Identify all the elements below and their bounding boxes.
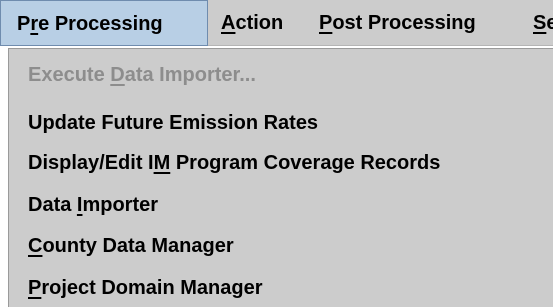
menu-action-text-rest: ction: [235, 12, 284, 34]
menu-item-project-domain-manager[interactable]: Project Domain Manager: [28, 268, 263, 308]
menu-item-display-edit-im-program-coverage[interactable]: Display/Edit IM Program Coverage Records: [28, 143, 440, 183]
menu-pre-processing-mnemonic: r: [30, 13, 39, 35]
menu-item-execute-data-importer: Execute Data Importer...: [28, 55, 256, 95]
menu-item-text-rest: Program Coverage Records: [170, 152, 441, 174]
menu-item-text: Data: [28, 194, 77, 216]
menu-setup-text-rest: e: [546, 12, 553, 34]
menu-item-update-future-emission-rates[interactable]: Update Future Emission Rates: [28, 103, 318, 143]
menu-item-mnemonic: C: [28, 235, 43, 257]
menu-setup-mnemonic: S: [533, 12, 547, 34]
menu-setup-truncated[interactable]: Se: [533, 0, 553, 46]
menu-post-processing-mnemonic: P: [319, 12, 333, 34]
pre-processing-dropdown: Execute Data Importer... Update Future E…: [8, 48, 553, 307]
menu-action-mnemonic: A: [221, 12, 236, 34]
menu-item-mnemonic: P: [28, 277, 42, 299]
menu-action[interactable]: Action: [221, 0, 283, 46]
menu-item-text: Display/Edit I: [28, 152, 154, 174]
menu-item-text: Update Future Emission Rates: [28, 112, 319, 134]
menu-item-mnemonic: D: [110, 64, 125, 86]
menu-bar: Pre Processing Action Post Processing Se: [0, 0, 553, 46]
menu-item-text-rest: ounty Data Manager: [42, 235, 234, 257]
menu-pre-processing-text-rest: e Processing: [38, 13, 163, 35]
menu-post-processing[interactable]: Post Processing: [319, 0, 476, 46]
menu-item-text-rest: roject Domain Manager: [41, 277, 263, 299]
menu-item-county-data-manager[interactable]: County Data Manager: [28, 226, 234, 266]
menu-item-text-rest: ata Importer...: [124, 64, 256, 86]
menu-item-text: Execute: [28, 64, 111, 86]
menu-post-processing-text-rest: ost Processing: [332, 12, 476, 34]
menu-item-data-importer[interactable]: Data Importer: [28, 185, 158, 225]
menu-item-text-rest: mporter: [82, 194, 159, 216]
menu-pre-processing-text: P: [17, 13, 31, 35]
menu-item-mnemonic: M: [153, 152, 171, 174]
menu-pre-processing[interactable]: Pre Processing: [0, 0, 208, 46]
